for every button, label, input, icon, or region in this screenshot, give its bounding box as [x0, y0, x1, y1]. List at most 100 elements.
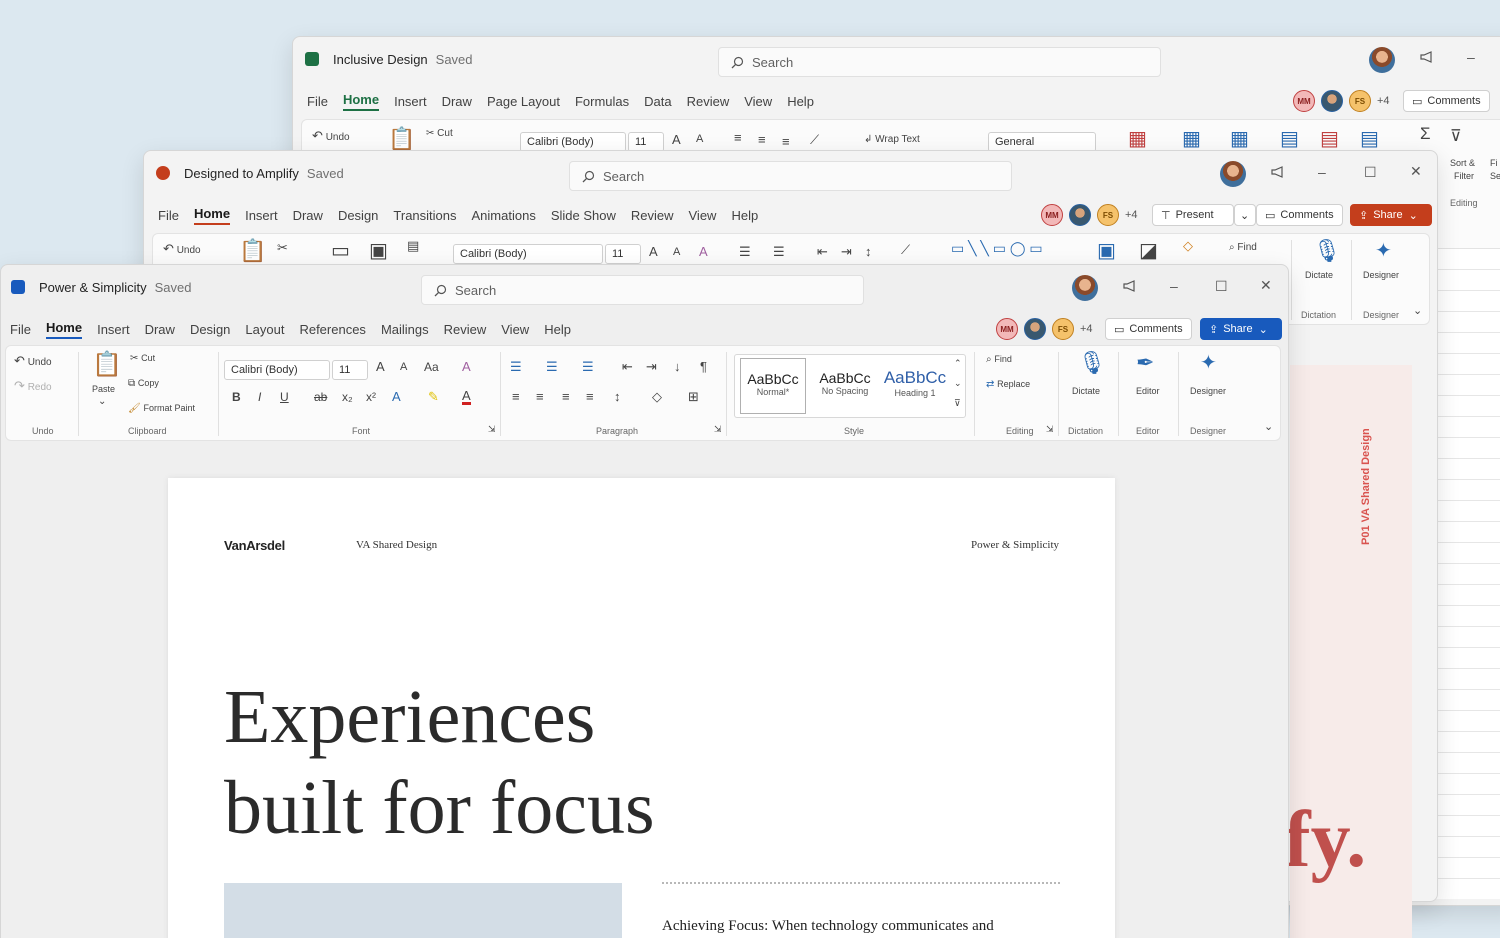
bullets-icon[interactable]: ☰: [739, 244, 751, 260]
clear-format-icon[interactable]: A: [462, 359, 471, 374]
ppt-font-dropdown[interactable]: Calibri (Body): [453, 244, 603, 264]
collaborator-avatar-mm[interactable]: MM: [1041, 204, 1063, 226]
paste-icon[interactable]: 📋: [92, 350, 122, 379]
word-share-button[interactable]: ⇪ Share ⌄: [1200, 318, 1282, 340]
editor-pen-icon[interactable]: ✒: [1136, 350, 1154, 376]
excel-font-dropdown[interactable]: Calibri (Body): [520, 132, 626, 152]
ppt-present-dropdown[interactable]: ⌄: [1234, 204, 1256, 226]
section-icon[interactable]: ▤: [407, 238, 419, 254]
ppt-user-avatar[interactable]: [1220, 161, 1246, 187]
grow-font-icon[interactable]: A: [672, 132, 681, 147]
ppt-comments-button[interactable]: ▭ Comments: [1256, 204, 1343, 226]
word-user-avatar[interactable]: [1072, 275, 1098, 301]
style-normal[interactable]: AaBbCc Normal*: [740, 358, 806, 414]
ppt-font-size-dropdown[interactable]: 11: [605, 244, 641, 264]
numbering-icon[interactable]: ☰: [546, 359, 558, 375]
word-dictate-label[interactable]: Dictate: [1072, 386, 1100, 396]
ppt-slide-preview[interactable]: P01 VA Shared Design fy.: [1284, 365, 1412, 938]
format-table-icon[interactable]: ▦: [1182, 126, 1201, 151]
shrink-font-icon[interactable]: A: [673, 246, 680, 258]
collaborator-count[interactable]: +4: [1125, 209, 1138, 221]
excel-comments-button[interactable]: ▭ Comments: [1403, 90, 1490, 112]
word-editor-label[interactable]: Editor: [1136, 386, 1160, 396]
sort-icon[interactable]: ↓: [674, 359, 681, 374]
word-replace-button[interactable]: ⇄ Replace: [986, 379, 1030, 390]
line-spacing-icon[interactable]: ↕: [614, 389, 621, 404]
paste-icon[interactable]: 📋: [239, 238, 266, 264]
excel-menu-draw[interactable]: Draw: [442, 94, 472, 109]
collaborator-avatar[interactable]: [1321, 90, 1343, 112]
microphone-icon[interactable]: 🎙: [1313, 238, 1341, 264]
excel-menu-view[interactable]: View: [744, 94, 772, 109]
ppt-menu-animations[interactable]: Animations: [472, 208, 536, 223]
increase-indent-icon[interactable]: ⇥: [646, 359, 657, 375]
italic-icon[interactable]: I: [258, 390, 261, 404]
shapes-icon[interactable]: ▭ ╲ ╲ ▭ ◯ ▭: [951, 240, 1043, 257]
collaborator-avatar[interactable]: [1024, 318, 1046, 340]
excel-undo-button[interactable]: ↶ Undo: [312, 128, 350, 144]
excel-wrap-text-button[interactable]: ↲ Wrap Text: [864, 134, 920, 145]
shading-icon[interactable]: ◇: [652, 389, 662, 405]
cell-styles-icon[interactable]: ▦: [1230, 126, 1249, 151]
maximize-icon[interactable]: ☐: [1215, 278, 1228, 295]
conditional-format-icon[interactable]: ▦: [1128, 126, 1147, 151]
collaborator-count[interactable]: +4: [1377, 95, 1390, 107]
chevron-down-icon[interactable]: ⌄: [98, 396, 106, 407]
clear-format-icon[interactable]: A: [699, 244, 708, 259]
strikethrough-icon[interactable]: ab: [314, 390, 327, 404]
shrink-font-icon[interactable]: A: [400, 361, 407, 373]
excel-menu-page-layout[interactable]: Page Layout: [487, 94, 560, 109]
ppt-menu-review[interactable]: Review: [631, 208, 674, 223]
bullets-icon[interactable]: ☰: [510, 359, 522, 375]
ppt-share-button[interactable]: ⇪ Share ⌄: [1350, 204, 1432, 226]
ppt-search-box[interactable]: Search: [569, 161, 1012, 191]
collaborator-avatar-fs[interactable]: FS: [1097, 204, 1119, 226]
microphone-icon[interactable]: 🎙: [1078, 350, 1106, 376]
decrease-indent-icon[interactable]: ⇤: [622, 359, 633, 375]
paste-icon[interactable]: 📋: [388, 126, 415, 152]
text-effects-icon[interactable]: A: [392, 389, 401, 404]
word-search-box[interactable]: Search: [421, 275, 864, 305]
dialog-launcher-icon[interactable]: ⇲: [1046, 424, 1054, 435]
collaborator-avatar-mm[interactable]: MM: [996, 318, 1018, 340]
grow-font-icon[interactable]: A: [376, 359, 385, 374]
word-menu-layout[interactable]: Layout: [245, 322, 284, 337]
change-case-icon[interactable]: Aa: [424, 360, 439, 374]
collaborator-avatar-mm[interactable]: MM: [1293, 90, 1315, 112]
ppt-menu-insert[interactable]: Insert: [245, 208, 278, 223]
ppt-designer-label[interactable]: Designer: [1363, 270, 1399, 280]
shape-fill-icon[interactable]: ◇: [1183, 238, 1193, 254]
gallery-scroll-up-icon[interactable]: ⌃: [954, 358, 962, 369]
maximize-icon[interactable]: ☐: [1364, 164, 1377, 181]
align-bottom-icon[interactable]: ≡: [782, 134, 790, 149]
ppt-menu-home[interactable]: Home: [193, 206, 231, 225]
sort-filter-icon[interactable]: ⊽: [1450, 126, 1462, 146]
collaborator-count[interactable]: +4: [1080, 323, 1093, 335]
word-paste-label[interactable]: Paste: [92, 384, 115, 394]
megaphone-icon[interactable]: [1270, 165, 1286, 182]
word-redo-button[interactable]: ↷ Redo: [14, 378, 52, 394]
excel-menu-file[interactable]: File: [307, 94, 328, 109]
pilcrow-icon[interactable]: ¶: [700, 359, 707, 374]
grow-font-icon[interactable]: A: [649, 244, 658, 259]
arrange-icon[interactable]: ▣: [1097, 238, 1116, 263]
word-comments-button[interactable]: ▭ Comments: [1105, 318, 1192, 340]
minimize-icon[interactable]: –: [1318, 164, 1326, 180]
word-menu-help[interactable]: Help: [544, 322, 571, 337]
close-icon[interactable]: ✕: [1410, 163, 1422, 180]
new-slide-icon[interactable]: ▭: [331, 238, 350, 263]
ppt-menu-help[interactable]: Help: [731, 208, 758, 223]
underline-icon[interactable]: U: [280, 390, 289, 404]
bold-icon[interactable]: B: [232, 390, 241, 404]
collaborator-avatar[interactable]: [1069, 204, 1091, 226]
dialog-launcher-icon[interactable]: ⇲: [488, 424, 496, 435]
ppt-menu-view[interactable]: View: [689, 208, 717, 223]
ppt-dictate-label[interactable]: Dictate: [1305, 270, 1333, 280]
align-icon[interactable]: ≡: [734, 130, 742, 145]
orientation-icon[interactable]: ⟋: [810, 132, 819, 148]
borders-icon[interactable]: ⊞: [688, 389, 699, 405]
style-no-spacing[interactable]: AaBbCc No Spacing: [812, 358, 878, 414]
excel-user-avatar[interactable]: [1369, 47, 1395, 73]
word-font-dropdown[interactable]: Calibri (Body): [224, 360, 330, 380]
outdent-icon[interactable]: ⇥: [841, 244, 852, 260]
